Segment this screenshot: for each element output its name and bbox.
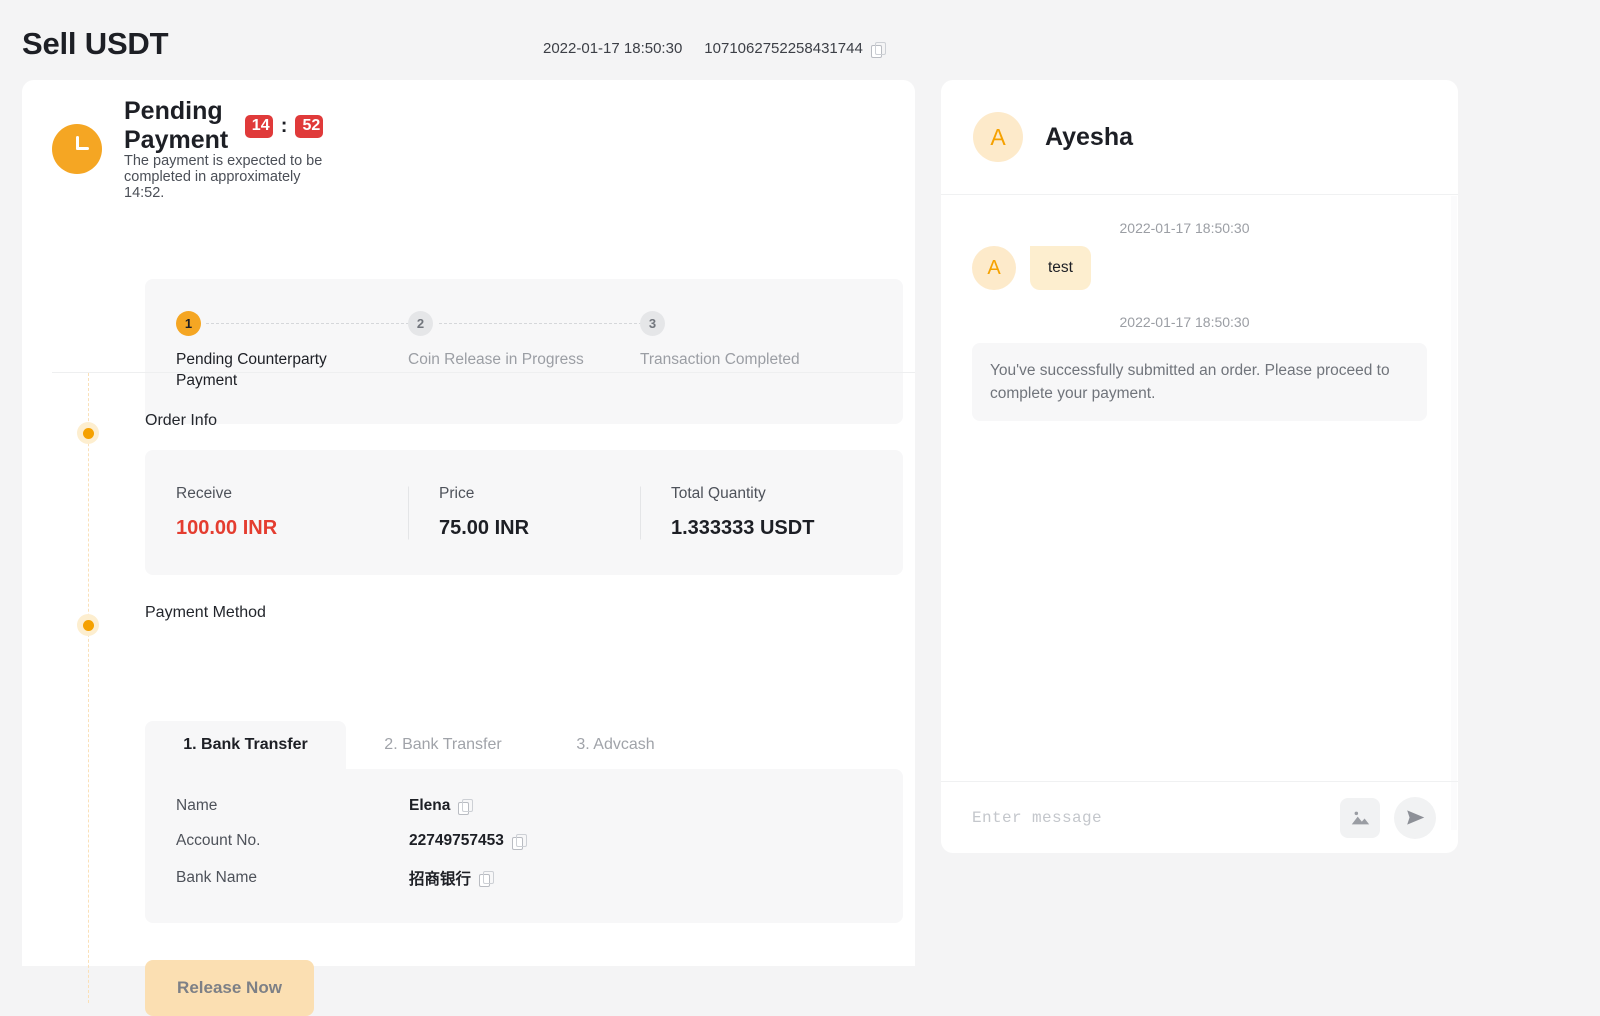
send-message-button[interactable]	[1394, 796, 1436, 839]
message-bubble: test	[1030, 246, 1091, 290]
timer-minutes-badge: 14	[244, 114, 273, 138]
order-info-total-quantity-value: 1.333333 USDT	[671, 517, 815, 539]
copy-icon[interactable]	[458, 799, 474, 815]
message-timestamp: 2022-01-17 18:50:30	[1119, 314, 1250, 330]
payment-row-bank: Bank Name 招商银行	[176, 867, 495, 889]
tab-advcash-3[interactable]: 3. Advcash	[540, 721, 691, 769]
order-id-group: 1071062752258431744	[704, 40, 886, 58]
chat-panel: A Ayesha 2022-01-17 18:50:30 A test 2022…	[941, 80, 1458, 853]
payment-row-name-value: Elena	[409, 797, 474, 815]
page-header: Sell USDT 2022-01-17 18:50:30 1071062752…	[0, 0, 1600, 80]
release-now-button[interactable]: Release Now	[145, 960, 314, 1016]
chat-header: A Ayesha	[941, 80, 1458, 195]
payment-row-account: Account No. 22749757453	[176, 832, 527, 850]
stepper-label-2: Coin Release in Progress	[408, 351, 584, 368]
chat-message-list[interactable]: 2022-01-17 18:50:30 A test 2022-01-17 18…	[941, 196, 1458, 830]
order-info-price-key: Price	[439, 485, 475, 502]
image-icon	[1351, 811, 1370, 824]
status-subtitle: The payment is expected to be completed …	[124, 153, 323, 201]
message-timestamp: 2022-01-17 18:50:30	[1119, 220, 1250, 236]
order-id-value: 1071062752258431744	[704, 40, 863, 57]
order-info-receive: Receive 100.00 INR	[145, 485, 408, 540]
status-title: Pending Payment	[124, 97, 229, 154]
avatar: A	[972, 246, 1016, 290]
payment-method-label: Payment Method	[145, 604, 266, 621]
order-info-price: Price 75.00 INR	[408, 485, 640, 540]
copy-icon[interactable]	[870, 41, 886, 58]
payment-row-account-key: Account No.	[176, 832, 261, 849]
order-info-receive-key: Receive	[176, 485, 232, 502]
copy-icon[interactable]	[511, 834, 527, 850]
payment-name-text: Elena	[409, 797, 451, 814]
tab-bank-transfer-2[interactable]: 2. Bank Transfer	[346, 721, 540, 769]
payment-row-name-key: Name	[176, 797, 218, 814]
chat-counterparty-name: Ayesha	[1045, 122, 1134, 151]
order-info-price-value: 75.00 INR	[439, 517, 530, 539]
status-title-row: Pending Payment 14 : 52	[124, 97, 324, 154]
timeline-dot-payment-method	[77, 614, 99, 636]
header-meta: 2022-01-17 18:50:30 1071062752258431744	[543, 40, 886, 58]
payment-bank-text: 招商银行	[409, 871, 472, 888]
payment-account-text: 22749757453	[409, 832, 504, 849]
timeline-dot-order-info	[77, 422, 99, 444]
clock-icon	[52, 124, 102, 174]
message-input[interactable]	[972, 808, 1326, 827]
stepper-dots-row: 1 2 3	[176, 311, 876, 339]
order-info-receive-value: 100.00 INR	[176, 517, 278, 539]
order-info-label: Order Info	[145, 412, 218, 429]
send-icon	[1406, 810, 1424, 825]
chat-input-bar	[941, 781, 1458, 853]
chat-message-peer: A test	[941, 246, 1458, 290]
payment-row-bank-key: Bank Name	[176, 869, 257, 886]
stepper-dot-2: 2	[408, 311, 433, 336]
timer-separator: :	[280, 114, 288, 137]
payment-row-name: Name Elena	[176, 797, 474, 815]
stepper-connector-2	[439, 323, 642, 324]
panel-divider	[52, 372, 915, 373]
order-info-card: Receive 100.00 INR Price 75.00 INR Total…	[145, 450, 903, 575]
chat-message-system: You've successfully submitted an order. …	[972, 343, 1427, 421]
timeline-rail	[88, 373, 89, 1003]
order-info-total-quantity-key: Total Quantity	[671, 485, 766, 502]
payment-method-tabs: 1. Bank Transfer 2. Bank Transfer 3. Adv…	[145, 721, 691, 769]
copy-icon[interactable]	[479, 871, 495, 887]
order-info-total-quantity: Total Quantity 1.333333 USDT	[640, 485, 903, 540]
avatar: A	[973, 112, 1023, 162]
stepper-label-1: Pending Counterparty Payment	[176, 351, 327, 389]
order-detail-panel: Pending Payment 14 : 52 The payment is e…	[22, 80, 915, 1016]
progress-stepper: 1 2 3 Pending Counterparty Payment Coin …	[145, 279, 903, 424]
timer-seconds-badge: 52	[295, 114, 324, 138]
stepper-label-3: Transaction Completed	[640, 351, 800, 368]
chat-scrollbar[interactable]	[1451, 196, 1457, 830]
payment-method-details: Name Elena Account No. 22749757453 Bank …	[145, 769, 903, 923]
stepper-dot-3: 3	[640, 311, 665, 336]
stepper-connector-1	[206, 323, 409, 324]
stepper-dot-1: 1	[176, 311, 201, 336]
payment-row-bank-value: 招商银行	[409, 867, 495, 889]
page-title: Sell USDT	[22, 26, 169, 61]
order-timestamp: 2022-01-17 18:50:30	[543, 40, 683, 57]
payment-row-account-value: 22749757453	[409, 832, 527, 850]
image-upload-button[interactable]	[1340, 797, 1380, 838]
tab-bank-transfer-1[interactable]: 1. Bank Transfer	[145, 721, 346, 769]
